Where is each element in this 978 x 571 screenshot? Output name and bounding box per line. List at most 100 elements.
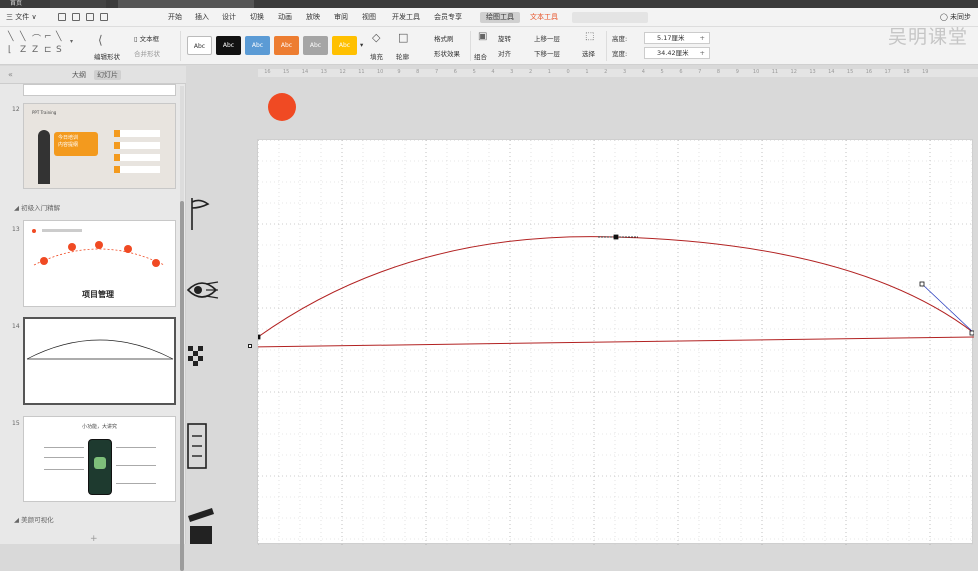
- shape-style-white[interactable]: Abc: [187, 36, 212, 55]
- tab-text-tools[interactable]: 文本工具: [530, 12, 558, 23]
- shape-style-blue[interactable]: Abc: [245, 36, 270, 55]
- ruler-tick-label: 9: [735, 69, 739, 75]
- tab-document[interactable]: [118, 0, 254, 8]
- outline-icon[interactable]: □: [398, 31, 408, 44]
- save-icon[interactable]: [58, 13, 66, 21]
- callout-line: [44, 457, 84, 458]
- document-icon[interactable]: [186, 422, 208, 470]
- slide-thumbnail-14[interactable]: [23, 317, 176, 405]
- tab-design[interactable]: 设计: [222, 12, 236, 23]
- resize-handle[interactable]: [248, 344, 252, 348]
- align-button[interactable]: 对齐: [498, 48, 511, 58]
- checkered-flag-icon[interactable]: [186, 344, 206, 368]
- ruler-tick-label: 3: [510, 69, 514, 75]
- tab-start[interactable]: 开始: [168, 12, 182, 23]
- outline-button[interactable]: 轮廓: [396, 51, 409, 61]
- tab-docer[interactable]: [50, 0, 106, 8]
- tab-member[interactable]: 会员专享: [434, 12, 462, 23]
- rotate-button[interactable]: 旋转: [498, 33, 511, 43]
- file-menu[interactable]: 三 文件 ∨: [6, 12, 37, 23]
- line-shape-icon[interactable]: S: [56, 45, 62, 55]
- clapper-icon[interactable]: [186, 504, 216, 544]
- arrange-icon[interactable]: ▣: [478, 31, 487, 42]
- line-shape-icon[interactable]: ⌒: [32, 32, 41, 45]
- line-shapes-gallery[interactable]: ╲ ╲ ⌒ ⌐ ╲ ⌊ Z Z ⊏ S ▾: [8, 32, 80, 60]
- shape-style-black[interactable]: Abc: [216, 36, 241, 55]
- send-backward-button[interactable]: 下移一层: [534, 48, 560, 58]
- tab-review[interactable]: 审阅: [334, 12, 348, 23]
- add-slide-icon[interactable]: +: [90, 534, 98, 544]
- width-input[interactable]: 34.42厘米 +: [644, 47, 710, 59]
- select-button[interactable]: 选择: [582, 48, 595, 58]
- agenda-item: [114, 154, 160, 161]
- height-stepper[interactable]: +: [700, 33, 705, 43]
- section-title: 初级入门精解: [21, 204, 61, 212]
- tab-home[interactable]: 首页: [6, 0, 26, 8]
- section-label[interactable]: ◢ 初级入门精解: [14, 202, 60, 212]
- search-box[interactable]: [572, 12, 648, 23]
- fill-icon[interactable]: ◇: [372, 31, 380, 44]
- shape-style-gray[interactable]: Abc: [303, 36, 328, 55]
- line-shape-icon[interactable]: ╲: [20, 32, 25, 42]
- shape-effect-button[interactable]: 形状效果: [434, 48, 460, 58]
- fill-button[interactable]: 填充: [370, 51, 383, 61]
- textbox-button[interactable]: ▯ 文本框: [134, 33, 159, 43]
- collapse-panel-icon[interactable]: «: [8, 70, 13, 79]
- slide-thumbnail-12[interactable]: PPT Training 今日培训 内容提纲: [23, 103, 176, 189]
- record-indicator[interactable]: [268, 93, 296, 121]
- eye-icon[interactable]: [186, 276, 220, 306]
- shape-style-orange[interactable]: Abc: [274, 36, 299, 55]
- tab-transition[interactable]: 切换: [250, 12, 264, 23]
- merge-shape-button[interactable]: 合并形状: [134, 48, 160, 58]
- slide-canvas[interactable]: [257, 139, 974, 545]
- ruler-tick-label: 4: [641, 69, 645, 75]
- slide-thumbnail-11[interactable]: [23, 84, 176, 96]
- section-title: 美颜可视化: [21, 516, 54, 524]
- divider: [470, 31, 471, 61]
- line-shape-icon[interactable]: ╲: [8, 32, 13, 42]
- line-shape-icon[interactable]: Z: [20, 45, 26, 55]
- line-shape-icon[interactable]: ╲: [56, 32, 61, 42]
- bring-forward-button[interactable]: 上移一层: [534, 33, 560, 43]
- horizontal-ruler[interactable]: 16 15 14 13 12 11 10 9 8 7 6 5 4 3 2 1 0 1 2 3 4 5 6 7 8 9 10 11 12 1…: [258, 69, 978, 77]
- slide-thumbnail-15[interactable]: 小功能，大讲究: [23, 416, 176, 502]
- tab-developer[interactable]: 开发工具: [392, 12, 420, 23]
- format-brush-button[interactable]: 格式刷: [434, 33, 454, 43]
- tab-drawing-tools[interactable]: 绘图工具: [480, 12, 520, 23]
- width-stepper[interactable]: +: [700, 48, 705, 58]
- tab-animation[interactable]: 动画: [278, 12, 292, 23]
- tab-view[interactable]: 视图: [362, 12, 376, 23]
- height-input[interactable]: 5.17厘米 +: [644, 32, 710, 44]
- line-shape-icon[interactable]: ⌐: [44, 32, 52, 42]
- line-shape-icon[interactable]: ⌊: [8, 45, 12, 55]
- print-icon[interactable]: [86, 13, 94, 21]
- undo-icon[interactable]: [72, 13, 80, 21]
- tab-slides[interactable]: 幻灯片: [94, 70, 121, 80]
- section-label[interactable]: ◢ 美颜可视化: [14, 514, 54, 524]
- scrollbar-thumb[interactable]: [180, 201, 184, 571]
- preview-icon[interactable]: [100, 13, 108, 21]
- edit-shape-icon[interactable]: ⟨: [98, 33, 103, 47]
- ruler-tick-label: 19: [922, 69, 929, 75]
- group-button[interactable]: 组合: [474, 51, 487, 61]
- tab-slideshow[interactable]: 放映: [306, 12, 320, 23]
- gallery-more-icon[interactable]: ▾: [70, 38, 73, 45]
- edit-shape-button[interactable]: 编辑形状: [94, 51, 120, 61]
- ruler-tick-label: 3: [622, 69, 627, 75]
- tab-outline[interactable]: 大纲: [72, 70, 86, 80]
- edit-point: [613, 234, 619, 240]
- ruler-tick-label: 18: [903, 69, 910, 75]
- shape-style-gold[interactable]: Abc: [332, 36, 357, 55]
- edit-point: [258, 334, 261, 340]
- ruler-tick-label: 14: [828, 69, 835, 75]
- line-shape-icon[interactable]: Z: [32, 45, 38, 55]
- ribbon-tab-bar: 三 文件 ∨ 开始 插入 设计 切换 动画 放映 审阅 视图 开发工具 会员专享…: [0, 8, 978, 27]
- select-icon[interactable]: ⬚: [585, 31, 594, 42]
- styles-more-icon[interactable]: ▾: [360, 41, 363, 49]
- line-shape-icon[interactable]: ⊏: [44, 45, 52, 55]
- ruler-tick-label: 10: [376, 69, 384, 75]
- flag-icon[interactable]: [188, 196, 212, 232]
- callout-line: [116, 447, 156, 448]
- slide-thumbnail-13[interactable]: 项目管理: [23, 220, 176, 307]
- tab-insert[interactable]: 插入: [195, 12, 209, 23]
